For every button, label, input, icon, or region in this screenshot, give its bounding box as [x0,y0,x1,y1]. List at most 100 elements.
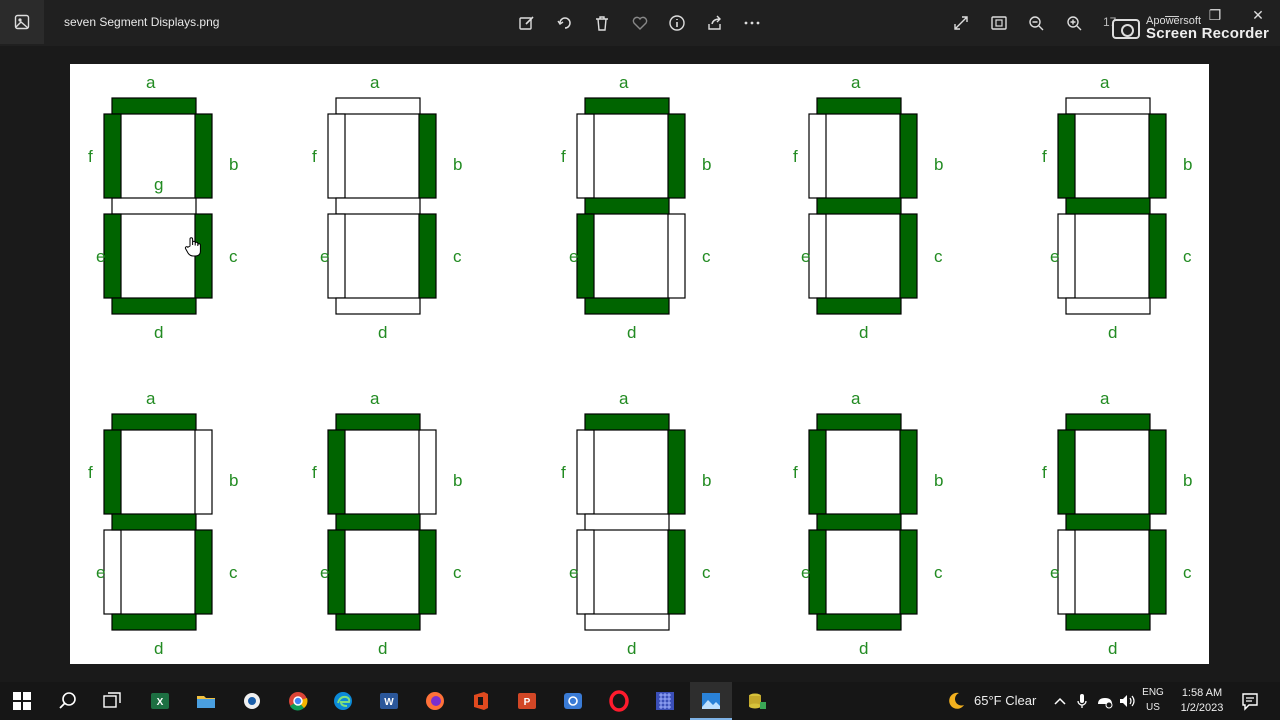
segment-g [335,513,421,531]
segment-label-c: c [934,247,943,266]
segment-label-c: c [934,563,943,582]
segment-f [1057,429,1076,515]
info-icon[interactable] [666,12,688,34]
segment-b [667,429,686,515]
segment-a [816,97,902,115]
powerpoint-icon[interactable]: P [515,689,539,713]
windows-start-icon[interactable] [10,689,34,713]
segment-a [816,413,902,431]
fit-window-icon[interactable] [988,12,1010,34]
chrome-icon[interactable] [286,689,310,713]
segment-g [111,197,197,215]
restore-button[interactable]: ❐ [1206,6,1224,24]
segment-d [1065,613,1151,631]
segment-label-e: e [320,247,329,266]
seven-segment-diagram: a b c d e f g a b c d e f a b c d e f a b c d e f a b c d e f a b c d e f a b c… [88,73,1192,658]
clock[interactable]: 1:58 AM 1/2/2023 [1174,686,1230,716]
segment-label-e: e [1050,247,1059,266]
segment-b [418,113,437,199]
segment-label-d: d [859,639,868,658]
segment-d [111,613,197,631]
segment-b [899,429,918,515]
word-icon[interactable]: W [377,689,401,713]
notifications-icon[interactable] [1238,689,1262,713]
taskbar: X W P 65°F Clear ENG US 1:58 AM 1/2/2023 [0,682,1280,720]
clock-date: 1/2/2023 [1180,702,1224,714]
segment-a [111,97,197,115]
seven-segment-image: a b c d e f g a b c d e f a b c d e f a b c d e f a b c d e f a b c d e f a b c… [70,64,1209,664]
svg-text:W: W [384,697,394,708]
segment-e [103,213,122,299]
segment-label-d: d [859,323,868,342]
segment-b [667,113,686,199]
segment-d [111,297,197,315]
task-view-icon[interactable] [100,689,124,713]
speaker-icon[interactable] [1115,689,1139,713]
zoom-out-icon[interactable] [1025,12,1047,34]
rotate-icon[interactable] [554,12,576,34]
segment-e [808,213,827,299]
segment-d [1065,297,1151,315]
firefox-icon[interactable] [423,689,447,713]
media-player-icon[interactable] [240,689,264,713]
segment-c [899,529,918,615]
segment-label-a: a [619,389,629,408]
segment-a [335,97,421,115]
segment-label-a: a [146,73,156,92]
microphone-icon[interactable] [1070,689,1094,713]
network-icon[interactable] [1093,689,1117,713]
photos-app-icon[interactable] [0,0,44,44]
segment-label-d: d [627,323,636,342]
segment-g [816,513,902,531]
excel-icon[interactable]: X [148,689,172,713]
language-indicator-top[interactable]: ENG [1140,687,1166,698]
segment-c [1148,529,1167,615]
photos-icon[interactable] [699,689,723,713]
search-icon[interactable] [56,689,80,713]
chevron-up-icon[interactable] [1048,689,1072,713]
segment-label-c: c [229,563,238,582]
segment-b [1148,429,1167,515]
favorite-icon[interactable] [629,12,651,34]
segment-b [194,113,213,199]
weather-text[interactable]: 65°F Clear [974,693,1036,708]
segment-label-f: f [561,147,566,166]
sql-app-icon[interactable] [745,689,769,713]
segment-label-f: f [793,147,798,166]
delete-icon[interactable] [591,12,613,34]
fullscreen-icon[interactable] [950,12,972,34]
segment-c [667,529,686,615]
digit-8: a b c d e f [793,389,943,658]
segment-a [1065,413,1151,431]
segment-d [816,297,902,315]
minimize-button[interactable]: — [1163,6,1181,24]
edit-icon[interactable] [516,12,538,34]
segment-g [1065,513,1151,531]
snipping-tool-icon[interactable] [561,689,585,713]
language-indicator-bottom[interactable]: US [1140,702,1166,713]
file-explorer-icon[interactable] [194,689,218,713]
zoom-in-icon[interactable] [1063,12,1085,34]
segment-d [584,613,670,631]
more-icon[interactable] [741,12,763,34]
segment-g [335,197,421,215]
app-grid-icon[interactable] [653,689,677,713]
segment-label-d: d [378,639,387,658]
segment-g [584,197,670,215]
opera-icon[interactable] [607,689,631,713]
hand-cursor-icon [184,237,201,257]
office-icon[interactable] [469,689,493,713]
share-icon[interactable] [704,12,726,34]
segment-label-c: c [702,563,711,582]
edge-icon[interactable] [331,689,355,713]
segment-label-b: b [453,155,462,174]
segment-f [576,113,595,199]
segment-label-d: d [154,639,163,658]
moon-weather-icon[interactable] [944,689,968,713]
segment-e [103,529,122,615]
segment-g [584,513,670,531]
close-button[interactable]: ✕ [1249,6,1267,24]
segment-label-e: e [96,563,105,582]
segment-label-e: e [801,563,810,582]
segment-label-d: d [1108,323,1117,342]
